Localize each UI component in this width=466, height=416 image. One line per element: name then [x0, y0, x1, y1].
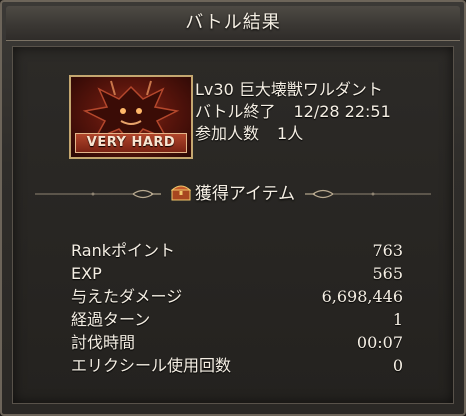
participants-value: 1人: [277, 124, 304, 143]
result-label: Rankポイント: [71, 241, 175, 260]
result-damage: 与えたダメージ 6,698,446: [71, 285, 403, 308]
ornament-right-icon: [305, 189, 431, 199]
result-value: 6,698,446: [321, 287, 403, 306]
result-value: 00:07: [356, 333, 403, 352]
treasure-chest-icon: [170, 185, 191, 201]
acquired-items-header: 獲得アイテム: [13, 177, 453, 211]
result-label: 討伐時間: [71, 333, 136, 352]
quest-name: Lv30 巨大壊獣ワルダント: [195, 80, 383, 99]
result-value: 1: [392, 310, 403, 329]
participants-row: 参加人数 1人: [195, 123, 415, 145]
participants-label: 参加人数: [195, 124, 260, 143]
result-turns: 経過ターン 1: [71, 308, 403, 331]
battle-end-row: バトル終了 12/28 22:51: [195, 101, 415, 123]
result-rank-points: Rankポイント 763: [71, 239, 403, 262]
battle-end-time: 12/28 22:51: [293, 102, 391, 121]
difficulty-badge: VERY HARD: [75, 133, 187, 153]
result-label: エリクシール使用回数: [71, 356, 232, 375]
quest-info: Lv30 巨大壊獣ワルダント バトル終了 12/28 22:51 参加人数 1人: [195, 79, 415, 145]
battle-end-label: バトル終了: [195, 102, 276, 121]
result-label: 与えたダメージ: [71, 287, 183, 306]
result-panel: VERY HARD Lv30 巨大壊獣ワルダント バトル終了 12/28 22:5…: [12, 46, 454, 404]
section-title: 獲得アイテム: [194, 184, 296, 204]
battle-result-window: バトル結果 VERY HARD Lv30 巨大壊獣ワルダント バトル終了 12/2…: [0, 0, 466, 416]
result-value: 565: [372, 264, 403, 283]
result-label: EXP: [71, 264, 102, 283]
result-label: 経過ターン: [71, 310, 151, 329]
result-exp: EXP 565: [71, 262, 403, 285]
window-title: バトル結果: [6, 6, 460, 41]
result-value: 763: [372, 241, 403, 260]
quest-thumbnail: VERY HARD: [69, 75, 193, 159]
result-value: 0: [392, 356, 403, 375]
result-elixir: エリクシール使用回数 0: [71, 354, 403, 377]
result-time: 討伐時間 00:07: [71, 331, 403, 354]
results-list: Rankポイント 763 EXP 565 与えたダメージ 6,698,446 経…: [71, 239, 403, 377]
